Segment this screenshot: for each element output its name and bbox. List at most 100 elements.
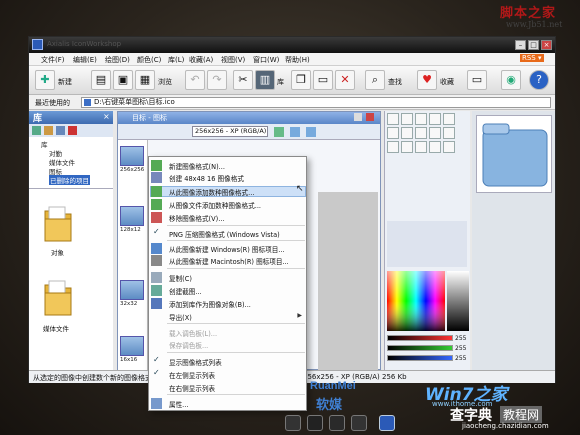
menu-help[interactable]: 帮助(H) (285, 55, 310, 65)
menu-snapshot[interactable]: 创建截图... (169, 286, 202, 296)
select-tool-icon[interactable] (387, 113, 399, 125)
paste-icon[interactable]: ▭ (313, 70, 333, 90)
menu-view[interactable]: 视图(V) (221, 55, 245, 65)
minimize-button[interactable]: – (515, 40, 526, 50)
gradient-tool-icon[interactable] (401, 141, 413, 153)
menu-add-to-library[interactable]: 添加到库作为图像对象(B)... (169, 299, 251, 309)
lib-view-icon[interactable] (56, 126, 65, 135)
taskbar-app-icon[interactable] (351, 415, 367, 431)
menu-png-compress[interactable]: PNG 压缩图像格式 (Windows Vista) (169, 229, 280, 239)
menu-add-from-image[interactable]: 从此图像添加数种图像格式... (169, 187, 254, 197)
doc-close-button[interactable] (366, 113, 374, 121)
text-tool-icon[interactable] (387, 141, 399, 153)
grayscale-strip[interactable] (447, 271, 469, 331)
format-item[interactable]: 32x32 (120, 280, 146, 307)
eraser-tool-icon[interactable] (429, 127, 441, 139)
red-slider[interactable] (387, 335, 453, 341)
menu-favorites[interactable]: 收藏(A) (189, 55, 213, 65)
tree-item-deleted[interactable]: 已删除的项目 (49, 175, 90, 185)
menu-draw[interactable]: 绘图(D) (105, 55, 130, 65)
copy-icon[interactable]: ❐ (291, 70, 311, 90)
tree-root[interactable]: 库 (41, 139, 48, 149)
preview-icon[interactable] (306, 127, 316, 137)
rss-badge[interactable]: RSS ▾ (520, 54, 544, 62)
menu-new-windows-project[interactable]: 从此图像新建 Windows(R) 图标项目... (169, 244, 285, 254)
folder-icon[interactable] (43, 205, 73, 243)
save-icon[interactable]: ▣ (113, 70, 133, 90)
menu-color[interactable]: 颜色(C) (137, 55, 161, 65)
format-item[interactable]: 16x16 (120, 336, 146, 363)
favorites-label[interactable]: 收藏 (440, 77, 454, 87)
cut-icon[interactable]: ✂ (233, 70, 253, 90)
blue-slider[interactable] (387, 355, 453, 361)
menu-edit[interactable]: 编辑(E) (73, 55, 97, 65)
format-item[interactable]: 256x256 (120, 146, 146, 173)
open-icon[interactable]: ▤ (91, 70, 111, 90)
maximize-button[interactable]: □ (528, 40, 539, 50)
format-item[interactable]: 128x12 (120, 206, 146, 233)
menu-new-mac-project[interactable]: 从此图像新建 Macintosh(R) 图标项目... (169, 256, 289, 266)
blur-tool-icon[interactable] (415, 141, 427, 153)
find-label[interactable]: 查找 (388, 77, 402, 87)
menu-add-from-file[interactable]: 从图像文件添加数种图像格式... (169, 200, 261, 210)
brush-tool-icon[interactable] (429, 113, 441, 125)
brush-options[interactable] (387, 221, 467, 267)
lib-add-icon[interactable] (32, 126, 41, 135)
find-icon[interactable]: ⌕ (365, 70, 385, 90)
folder-icon[interactable] (43, 279, 73, 317)
path-text: D:\右键菜单图标\目标.ico (94, 98, 175, 106)
rect-tool-icon[interactable] (401, 127, 413, 139)
menu-window[interactable]: 窗口(W) (253, 55, 279, 65)
color-palette[interactable] (387, 271, 445, 331)
new-label[interactable]: 新建 (58, 77, 72, 87)
title-bar[interactable]: Axialis IconWorkshop – □ × (29, 37, 555, 53)
menu-file[interactable]: 文件(F) (41, 55, 65, 65)
library-close-icon[interactable]: × (103, 112, 110, 121)
delete-icon[interactable]: ✕ (335, 70, 355, 90)
undo-icon[interactable]: ↶ (185, 70, 205, 90)
heart-icon[interactable]: ♥ (417, 70, 437, 90)
menu-list-left[interactable]: 在左侧显示列表 (169, 370, 215, 380)
path-field[interactable]: D:\右键菜单图标\目标.ico (81, 97, 551, 108)
lib-folder-icon[interactable] (44, 126, 53, 135)
green-slider[interactable] (387, 345, 453, 351)
menu-list-right[interactable]: 在右侧显示列表 (169, 383, 215, 393)
lib-delete-icon[interactable] (68, 126, 77, 135)
menu-new-format[interactable]: 新建图像格式(N)... (169, 161, 225, 171)
lasso-tool-icon[interactable] (401, 113, 413, 125)
taskbar-app-icon[interactable] (329, 415, 345, 431)
browse-icon[interactable]: ▦ (135, 70, 155, 90)
menu-show-format-list[interactable]: 显示图像格式列表 (169, 357, 222, 367)
line-tool-icon[interactable] (387, 127, 399, 139)
taskbar-app-icon[interactable] (307, 415, 323, 431)
grid-icon[interactable] (290, 127, 300, 137)
fill-tool-icon[interactable] (443, 113, 455, 125)
monitor-icon[interactable]: ▭ (467, 70, 487, 90)
taskbar-app-icon[interactable] (285, 415, 301, 431)
app-icon[interactable] (32, 39, 43, 50)
library-icon[interactable]: ▥ (255, 70, 275, 90)
doc-minimize-button[interactable] (354, 113, 362, 121)
new-icon[interactable]: ✚ (35, 70, 55, 90)
globe-icon[interactable]: ◉ (501, 70, 521, 90)
help-icon[interactable]: ? (529, 70, 549, 90)
picker-tool-icon[interactable] (443, 127, 455, 139)
smudge-tool-icon[interactable] (443, 141, 455, 153)
sharpen-tool-icon[interactable] (429, 141, 441, 153)
menu-create-48[interactable]: 创建 48x48 16 图像格式 (169, 173, 244, 183)
menu-library[interactable]: 库(L) (168, 55, 184, 65)
format-select[interactable]: 256x256 - XP (RGB/A) (192, 126, 268, 137)
pencil-tool-icon[interactable] (415, 113, 427, 125)
menu-export[interactable]: 导出(X) (169, 312, 192, 322)
menu-copy[interactable]: 复制(C) (169, 273, 192, 283)
close-button[interactable]: × (541, 40, 552, 50)
zoom-icon[interactable] (274, 127, 284, 137)
iconworkshop-taskbar-icon[interactable] (379, 415, 395, 431)
menu-remove-format[interactable]: 移除图像格式(V)... (169, 213, 225, 223)
ellipse-tool-icon[interactable] (415, 127, 427, 139)
redo-icon[interactable]: ↷ (207, 70, 227, 90)
edit-canvas[interactable] (318, 192, 378, 370)
browse-label[interactable]: 浏览 (158, 77, 172, 87)
menu-properties[interactable]: 属性... (169, 399, 188, 409)
library-label[interactable]: 库 (277, 77, 284, 87)
